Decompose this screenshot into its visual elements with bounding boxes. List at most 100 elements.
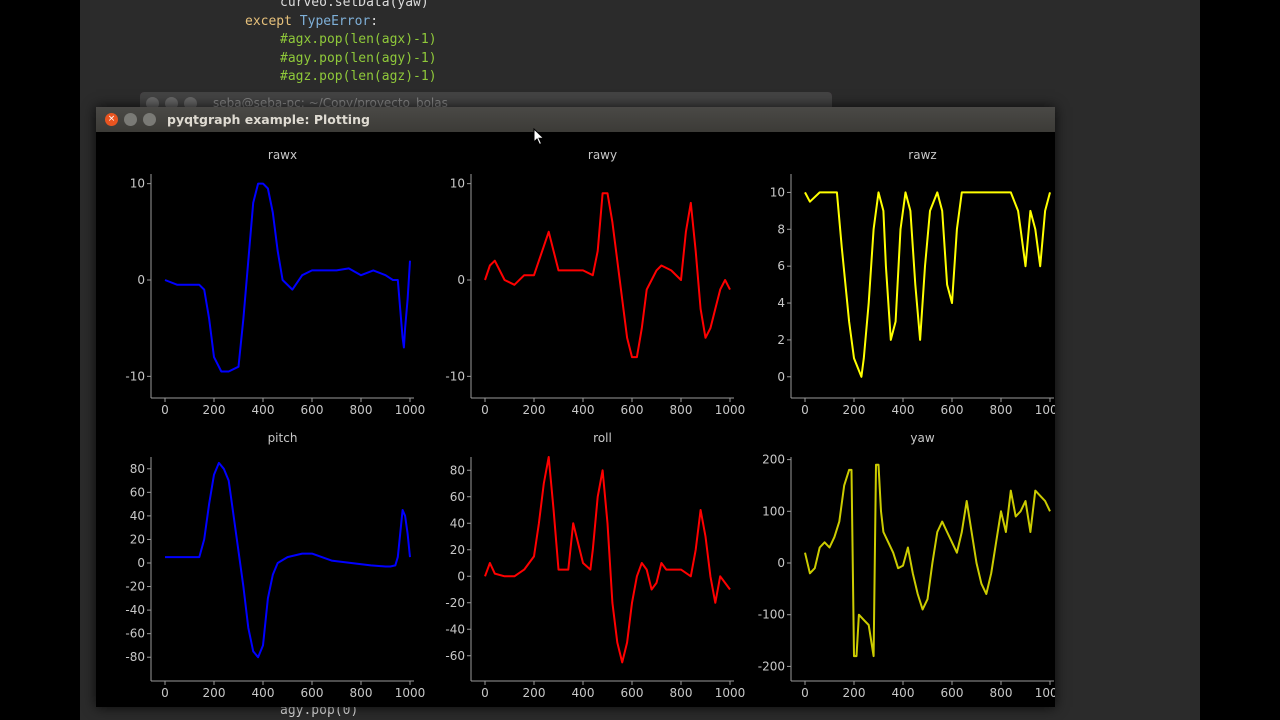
y-tick-label: 20 — [130, 532, 145, 546]
y-tick-label: 0 — [137, 556, 145, 570]
series-line-pitch — [165, 461, 411, 659]
x-tick-label: 0 — [801, 686, 809, 700]
y-tick-label: -200 — [758, 659, 785, 673]
code-line: except TypeError: — [245, 13, 378, 31]
x-tick-label: 400 — [572, 403, 595, 417]
x-tick-label: 200 — [203, 403, 226, 417]
y-tick-label: 80 — [130, 462, 145, 476]
plot-title: pitch — [268, 431, 298, 445]
window-titlebar[interactable]: × pyqtgraph example: Plotting — [96, 107, 1055, 132]
x-tick-label: 200 — [843, 686, 866, 700]
series-line-rawz — [804, 191, 1051, 378]
y-tick-label: 8 — [777, 222, 785, 236]
x-tick-label: 0 — [481, 686, 489, 700]
x-tick-label: 1000 — [1035, 686, 1055, 700]
code-token: except — [245, 13, 300, 29]
y-tick-label: -80 — [125, 650, 145, 664]
code-token: #agx.pop(len(agx)-1) — [280, 32, 437, 47]
x-tick-label: 600 — [621, 403, 644, 417]
code-token: #agy.pop(len(agy)-1) — [280, 50, 437, 66]
code-line: curveo.setData(yaw) — [280, 0, 429, 12]
y-tick-label: 0 — [777, 556, 785, 570]
x-tick-label: 800 — [670, 686, 693, 700]
y-tick-label: -10 — [445, 369, 465, 383]
x-tick-label: 400 — [252, 686, 275, 700]
x-tick-label: 800 — [990, 403, 1013, 417]
y-tick-label: -40 — [445, 622, 465, 636]
code-token: TypeError — [299, 13, 371, 29]
x-tick-label: 0 — [481, 403, 489, 417]
y-tick-label: 60 — [450, 490, 465, 504]
y-tick-label: 10 — [770, 185, 785, 199]
x-tick-label: 1000 — [715, 403, 746, 417]
y-tick-label: 100 — [762, 504, 785, 518]
x-tick-label: 600 — [301, 403, 324, 417]
y-tick-label: 6 — [777, 259, 785, 273]
y-tick-label: 2 — [777, 333, 785, 347]
y-tick-label: -10 — [125, 369, 145, 383]
plot-panel-roll[interactable]: roll 0 200 400 600 800 1000 -60 -40 -20 0 20 40 60 80 — [445, 431, 745, 700]
x-tick-label: 0 — [161, 403, 169, 417]
x-tick-label: 1000 — [395, 686, 426, 700]
x-tick-label: 1000 — [1035, 403, 1055, 417]
x-tick-label: 200 — [523, 403, 546, 417]
plot-panel-rawz[interactable]: rawz 0 200 400 600 800 1000 0 2 4 6 8 10 — [770, 148, 1055, 417]
code-token: #agz.pop(len(agz)-1) — [280, 69, 437, 84]
code-line: #agx.pop(len(agx)-1) — [280, 31, 437, 49]
y-tick-label: -20 — [445, 596, 465, 610]
x-tick-label: 400 — [892, 403, 915, 417]
plot-title: rawy — [588, 148, 617, 162]
y-tick-label: 40 — [130, 509, 145, 523]
plot-title: yaw — [910, 431, 934, 445]
code-line: #agz.pop(len(agz)-1) — [280, 68, 437, 86]
plot-title: rawx — [268, 148, 297, 162]
x-tick-label: 1000 — [715, 686, 746, 700]
code-token: curveo.setData(yaw) — [280, 0, 429, 10]
plot-title: rawz — [908, 148, 936, 162]
maximize-icon[interactable] — [143, 113, 156, 126]
x-tick-label: 400 — [572, 686, 595, 700]
x-tick-label: 0 — [161, 686, 169, 700]
plot-window[interactable]: × pyqtgraph example: Plotting rawx 0 200 40… — [96, 107, 1055, 707]
x-tick-label: 600 — [941, 403, 964, 417]
y-tick-label: -20 — [125, 580, 145, 594]
series-line-rawy — [484, 192, 731, 359]
y-tick-label: -100 — [758, 608, 785, 622]
y-tick-label: 200 — [762, 453, 785, 467]
plot-grid[interactable]: rawx0 200 400 600 800 1000-10010rawy0 200 400 60… — [96, 132, 1055, 707]
x-tick-label: 800 — [670, 403, 693, 417]
close-icon[interactable]: × — [105, 113, 118, 126]
y-tick-label: 60 — [130, 485, 145, 499]
x-tick-label: 0 — [801, 403, 809, 417]
x-tick-label: 200 — [203, 686, 226, 700]
x-tick-label: 200 — [523, 686, 546, 700]
y-tick-label: 40 — [450, 516, 465, 530]
x-tick-label: 600 — [941, 686, 964, 700]
x-tick-label: 400 — [252, 403, 275, 417]
y-tick-label: 80 — [450, 463, 465, 477]
x-tick-label: 600 — [621, 686, 644, 700]
x-tick-label: 800 — [350, 686, 373, 700]
code-token: : — [370, 13, 379, 29]
minimize-icon[interactable] — [124, 113, 137, 126]
plot-panel-pitch[interactable]: pitch 0 200 400 600 800 1000 -80 -60 -40 -20 0 20 40 6… — [125, 431, 425, 700]
x-tick-label: 400 — [892, 686, 915, 700]
y-tick-label: -40 — [125, 603, 145, 617]
x-tick-label: 800 — [990, 686, 1013, 700]
y-tick-label: 4 — [777, 296, 785, 310]
y-tick-label: 20 — [450, 543, 465, 557]
plot-panel-rawy[interactable]: rawy 0 200 400 600 800 1000 -10 0 10 — [445, 148, 745, 417]
plot-title: roll — [593, 431, 612, 445]
x-tick-label: 200 — [843, 403, 866, 417]
x-tick-label: 1000 — [395, 403, 426, 417]
y-tick-label: -60 — [445, 649, 465, 663]
y-tick-label: 0 — [137, 273, 145, 287]
series-line-roll — [484, 456, 731, 664]
series-line-rawx — [164, 182, 411, 373]
x-tick-label: 800 — [350, 403, 373, 417]
y-tick-label: 10 — [450, 177, 465, 191]
y-tick-label: 0 — [777, 370, 785, 384]
y-tick-label: -60 — [125, 627, 145, 641]
plot-panel-yaw[interactable]: yaw 0 200 400 600 800 1000 -200 -100 0 100 200 — [758, 431, 1055, 700]
plot-panel-rawx[interactable]: rawx 0 200 400 600 800 1000 -10 0 10 — [125, 148, 425, 417]
